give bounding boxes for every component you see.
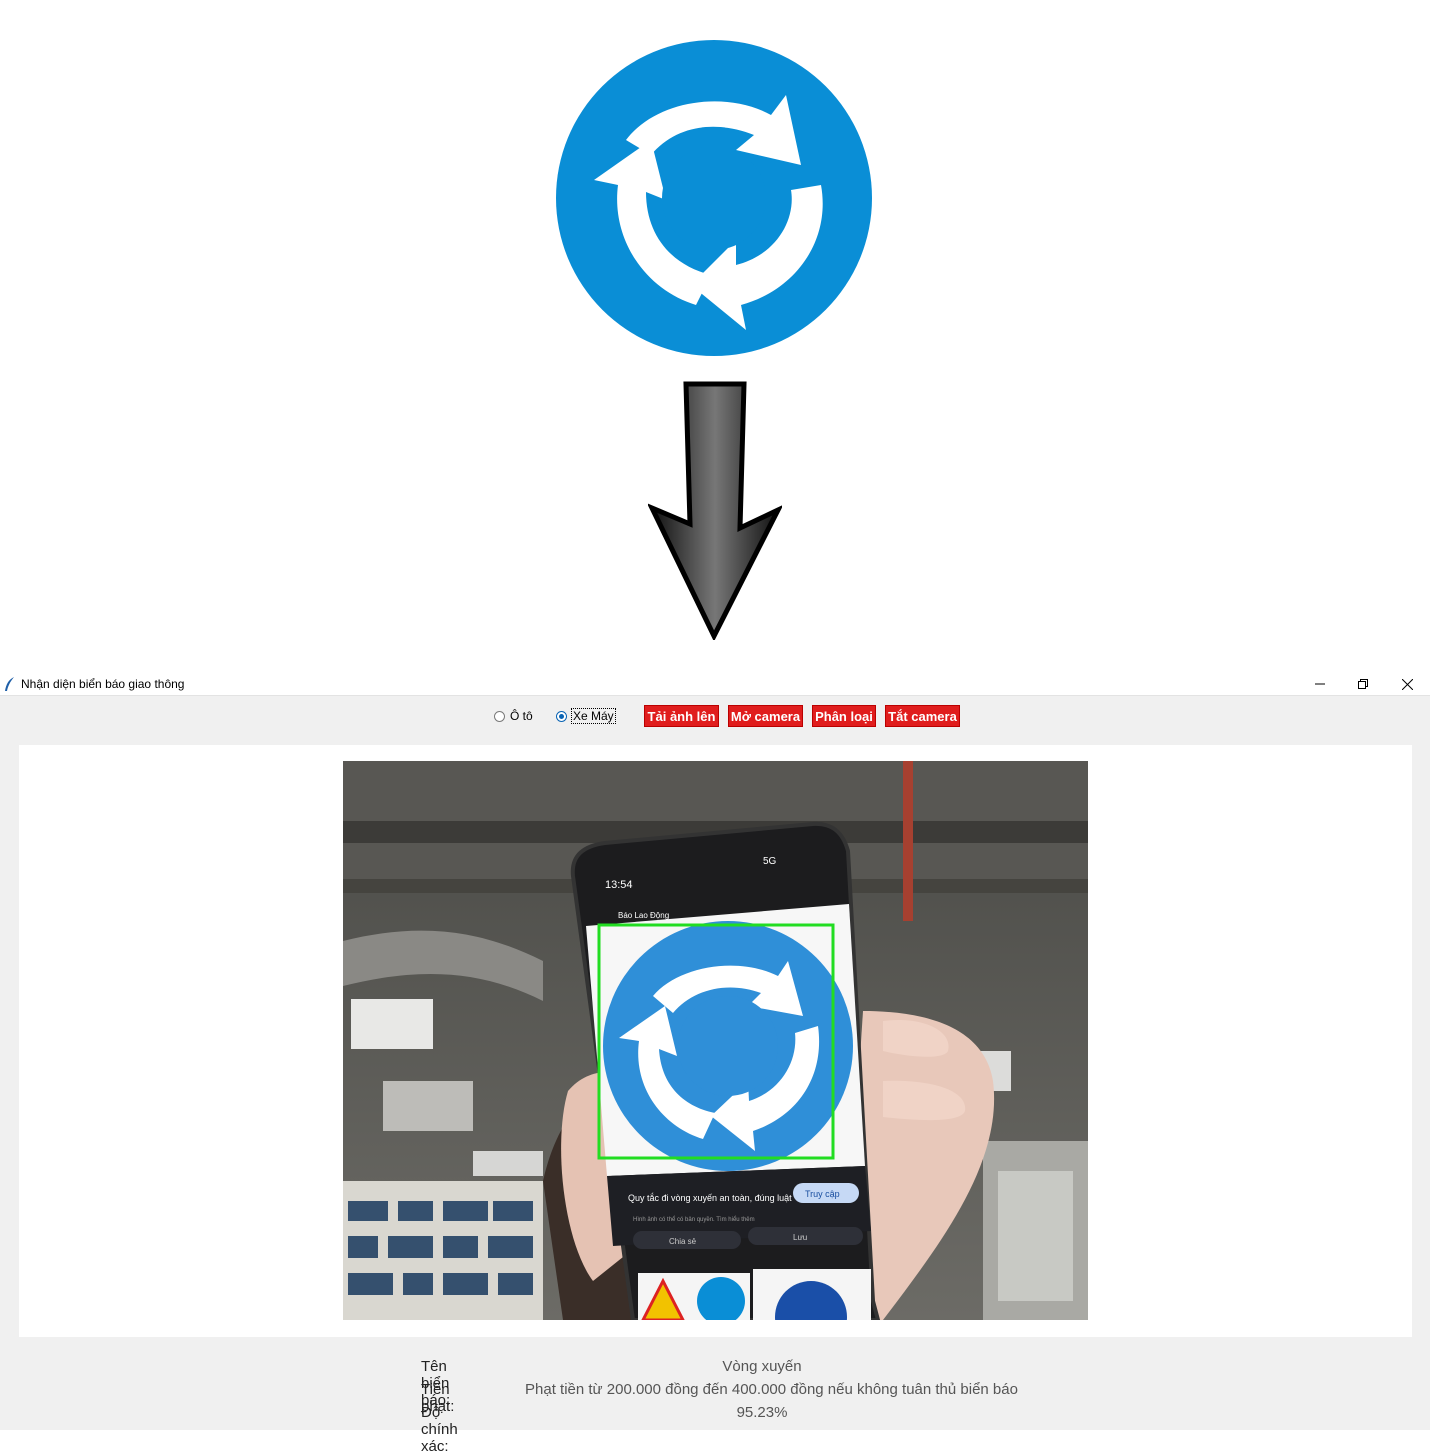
fine-value: Phạt tiền từ 200.000 đồng đến 400.000 đồ…: [525, 1381, 1018, 1398]
open-camera-button[interactable]: Mở camera: [728, 705, 803, 727]
radio-xe-may-indicator[interactable]: [556, 710, 567, 722]
radio-xe-may-label: Xe Máy: [571, 708, 616, 724]
down-arrow-icon: [648, 381, 782, 640]
title-bar: Nhận diện biển báo giao thông: [0, 673, 1430, 696]
upload-image-button[interactable]: Tải ảnh lên: [644, 705, 719, 727]
radio-oto-indicator[interactable]: [494, 710, 505, 722]
restore-button[interactable]: [1341, 673, 1385, 695]
image-panel: 13:54 5G Báo Lao Động Quy tắc đi vòng xu…: [19, 745, 1412, 1337]
radio-oto-label: Ô tô: [510, 709, 533, 723]
phone-status-network: 5G: [763, 856, 777, 867]
restore-icon: [1358, 679, 1368, 689]
accuracy-value: 95.23%: [736, 1404, 788, 1421]
app-window: Nhận diện biển báo giao thông Ô tô Xe Má…: [0, 673, 1430, 1455]
close-camera-button[interactable]: Tắt camera: [885, 705, 960, 727]
phone-source: Báo Lao Động: [618, 911, 669, 920]
phone-subcaption: Hình ảnh có thể có bản quyền. Tìm hiểu t…: [633, 1216, 755, 1223]
radio-xe-may[interactable]: Xe Máy: [556, 707, 616, 725]
roundabout-sign-icon: [556, 40, 872, 356]
close-button[interactable]: [1385, 673, 1429, 695]
camera-frame: 13:54 5G Báo Lao Động Quy tắc đi vòng xu…: [343, 761, 1088, 1320]
window-title: Nhận diện biển báo giao thông: [21, 677, 185, 691]
phone-share-label: Chia sẻ: [669, 1237, 697, 1246]
phone-visit-label: Truy cập: [805, 1189, 840, 1199]
minimize-icon: [1315, 683, 1325, 685]
classify-button[interactable]: Phân loại: [812, 705, 876, 727]
phone-roundabout-sign-icon: [603, 921, 853, 1171]
phone-caption: Quy tắc đi vòng xuyến an toàn, đúng luật: [628, 1193, 792, 1203]
phone-status-time: 13:54: [605, 879, 633, 891]
phone-save-label: Lưu: [793, 1233, 807, 1242]
minimize-button[interactable]: [1298, 673, 1342, 695]
feather-icon: [5, 677, 14, 691]
close-icon: [1401, 678, 1413, 690]
sign-name-value: Vòng xuyến: [722, 1358, 802, 1375]
radio-oto[interactable]: Ô tô: [494, 707, 533, 725]
toolbar: Ô tô Xe Máy Tải ảnh lên Mở camera Phân l…: [0, 695, 1430, 745]
